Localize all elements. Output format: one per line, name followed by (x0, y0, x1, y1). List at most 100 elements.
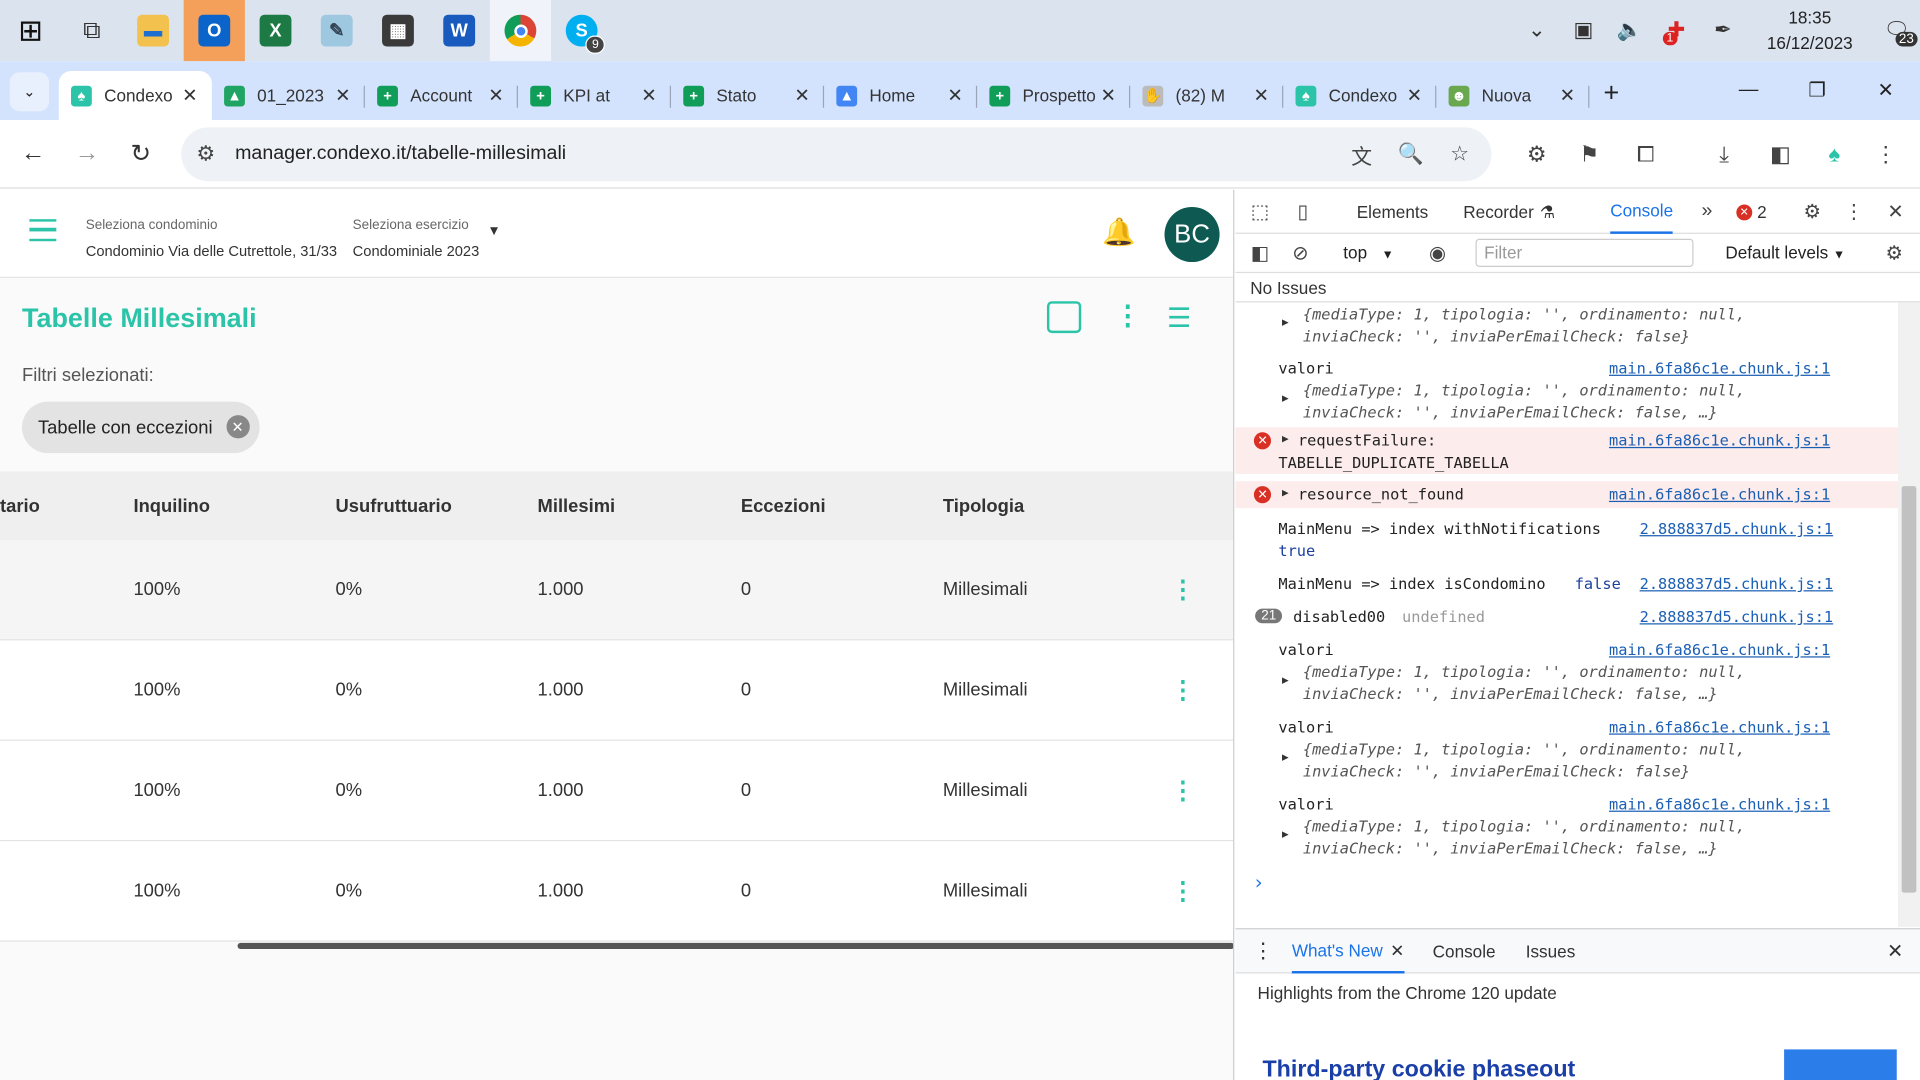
console-error[interactable]: ✕ ▶ requestFailure: TABELLE_DUPLICATE_TA… (1235, 427, 1898, 474)
row-more-vert-icon[interactable]: ⋮ (1171, 841, 1195, 940)
console-message[interactable]: MainMenu => index isCondomino false 2.88… (1236, 572, 1898, 599)
calculator-button[interactable]: ▦ (367, 0, 428, 61)
console-message[interactable]: valori main.6fa86c1e.chunk.js:1 ▶ {media… (1236, 638, 1898, 707)
tab-elements[interactable]: Elements (1357, 190, 1428, 234)
drawer-tab-whats-new[interactable]: What's New ✕ (1291, 929, 1405, 974)
source-link[interactable]: 2.888837d5.chunk.js:1 (1640, 607, 1834, 625)
extension-tag-icon[interactable]: ⚑ (1565, 127, 1614, 181)
column-header[interactable]: Usufruttuario (336, 471, 452, 540)
close-tab-icon[interactable]: ✕ (639, 84, 659, 107)
drawer-menu-icon[interactable]: ⋮ (1253, 929, 1274, 973)
file-explorer-button[interactable]: ▬ (122, 0, 183, 61)
more-vert-icon[interactable]: ⋮ (1114, 300, 1141, 332)
minimize-button[interactable]: — (1714, 61, 1783, 120)
source-link[interactable]: main.6fa86c1e.chunk.js:1 (1609, 640, 1830, 658)
chrome-button[interactable] (489, 0, 552, 62)
browser-tab[interactable]: ✋ (82) M ✕ (1130, 71, 1284, 120)
column-header[interactable]: tario (0, 471, 40, 540)
drawer-tab-issues[interactable]: Issues (1526, 929, 1576, 973)
browser-tab[interactable]: + Stato ✕ (671, 71, 825, 120)
expand-triangle-icon[interactable]: ▶ (1282, 393, 1289, 405)
close-tab-icon[interactable]: ✕ (333, 84, 353, 107)
close-tab-icon[interactable]: ✕ (945, 84, 965, 107)
table-row[interactable]: 100% 0% 1.000 0 Millesimali ⋮ (0, 640, 1234, 741)
console-filter-input[interactable]: Filter (1475, 238, 1694, 267)
chrome-menu-icon[interactable]: ⋮ (1861, 127, 1910, 181)
horizontal-scrollbar[interactable] (237, 942, 1234, 949)
pen-icon[interactable]: ✒ (1700, 0, 1747, 61)
table-row[interactable]: 100% 0% 1.000 0 Millesimali ⋮ (0, 841, 1234, 942)
close-icon[interactable]: ✕ (226, 415, 250, 439)
more-tabs-icon[interactable]: » (1689, 190, 1726, 234)
expand-triangle-icon[interactable]: ▶ (1282, 752, 1289, 764)
gift-icon[interactable]: ✚ 1 (1653, 0, 1700, 61)
expand-triangle-icon[interactable]: ▶ (1282, 317, 1289, 329)
filter-sliders-icon[interactable]: ☰ (1167, 302, 1191, 334)
print-icon[interactable] (1046, 301, 1082, 334)
source-link[interactable]: 2.888837d5.chunk.js:1 (1640, 574, 1834, 592)
reload-button[interactable]: ↻ (114, 127, 168, 181)
column-header[interactable]: Tipologia (943, 471, 1024, 540)
browser-tab[interactable]: ♠ Condexo ✕ (1283, 71, 1437, 120)
row-more-vert-icon[interactable]: ⋮ (1171, 540, 1195, 639)
extensions-puzzle-icon[interactable]: ⧠ (1621, 127, 1670, 181)
browser-tab[interactable]: ▲ 01_2023 ✕ (212, 71, 365, 120)
notification-icon[interactable]: 🗨 23 (1873, 0, 1920, 61)
back-button[interactable]: ← (6, 127, 60, 181)
expand-triangle-icon[interactable]: ▶ (1282, 433, 1289, 445)
device-toolbar-icon[interactable]: ▯ (1285, 190, 1322, 234)
profile-icon[interactable]: ♠ (1810, 127, 1859, 181)
source-link[interactable]: main.6fa86c1e.chunk.js:1 (1609, 718, 1830, 736)
browser-tab[interactable]: + Account ✕ (365, 71, 518, 120)
bookmark-star-icon[interactable]: ☆ (1438, 127, 1482, 181)
clock[interactable]: 18:35 16/12/2023 (1746, 5, 1873, 56)
column-header[interactable]: Inquilino (133, 471, 210, 540)
close-window-button[interactable]: ✕ (1851, 61, 1920, 120)
expand-triangle-icon[interactable]: ▶ (1282, 487, 1289, 499)
source-link[interactable]: main.6fa86c1e.chunk.js:1 (1609, 359, 1830, 377)
notepad-button[interactable]: ✎ (306, 0, 367, 61)
console-message[interactable]: 21 disabled00 undefined 2.888837d5.chunk… (1236, 605, 1898, 632)
close-tab-icon[interactable]: ✕ (792, 84, 812, 107)
close-drawer-icon[interactable]: ✕ (1887, 929, 1903, 973)
skype-button[interactable]: S9 (551, 0, 612, 61)
restore-button[interactable]: ❐ (1783, 61, 1852, 120)
browser-tab[interactable]: ☻ Nuova ✕ (1436, 71, 1590, 120)
side-panel-icon[interactable]: ◧ (1756, 127, 1805, 181)
close-tab-icon[interactable]: ✕ (486, 84, 506, 107)
display-icon[interactable]: ▣ (1560, 0, 1607, 61)
column-header[interactable]: Millesimi (538, 471, 616, 540)
user-avatar[interactable]: BC (1164, 206, 1220, 263)
source-link[interactable]: 2.888837d5.chunk.js:1 (1640, 519, 1834, 537)
inspect-element-icon[interactable]: ⬚ (1242, 190, 1279, 234)
volume-icon[interactable]: 🔈 (1607, 0, 1654, 61)
console-message[interactable]: MainMenu => index withNotifications true… (1236, 517, 1898, 566)
console-message[interactable]: valori main.6fa86c1e.chunk.js:1 ▶ {media… (1236, 792, 1898, 861)
tab-console[interactable]: Console (1610, 190, 1674, 234)
row-more-vert-icon[interactable]: ⋮ (1171, 741, 1195, 840)
url-text[interactable]: manager.condexo.it/tabelle-millesimali (235, 143, 566, 165)
table-row[interactable]: 100% 0% 1.000 0 Millesimali ⋮ (0, 740, 1234, 842)
expand-triangle-icon[interactable]: ▶ (1282, 829, 1289, 841)
context-select[interactable]: top ▼ (1343, 242, 1394, 262)
download-icon[interactable]: ⤓ (1700, 127, 1749, 181)
live-expression-eye-icon[interactable]: ◉ (1419, 234, 1456, 273)
forward-button[interactable]: → (60, 127, 114, 181)
site-info-icon[interactable]: ⚙ (181, 127, 230, 181)
console-message[interactable]: ▶ {mediaType: 1, tipologia: '', ordiname… (1236, 302, 1898, 345)
error-counter[interactable]: ✕ 2 (1736, 190, 1767, 234)
chevron-up-icon[interactable]: ⌄ (1513, 0, 1560, 61)
tab-search-button[interactable]: ⌄ (9, 72, 49, 112)
console-settings-icon[interactable]: ⚙ (1876, 234, 1913, 273)
close-tab-icon[interactable]: ✕ (1251, 84, 1271, 107)
source-link[interactable]: main.6fa86c1e.chunk.js:1 (1609, 795, 1830, 813)
outlook-button[interactable]: O (183, 0, 245, 62)
browser-tab[interactable]: ▲ Home ✕ (824, 71, 978, 120)
excel-button[interactable]: X (245, 0, 306, 61)
browser-tab[interactable]: + KPI at ✕ (518, 71, 672, 120)
translate-icon[interactable]: 文 (1340, 127, 1384, 181)
devtools-menu-icon[interactable]: ⋮ (1836, 190, 1873, 234)
source-link[interactable]: main.6fa86c1e.chunk.js:1 (1609, 485, 1830, 503)
omnibox[interactable]: ⚙ manager.condexo.it/tabelle-millesimali… (181, 127, 1492, 182)
close-devtools-icon[interactable]: ✕ (1877, 190, 1914, 234)
